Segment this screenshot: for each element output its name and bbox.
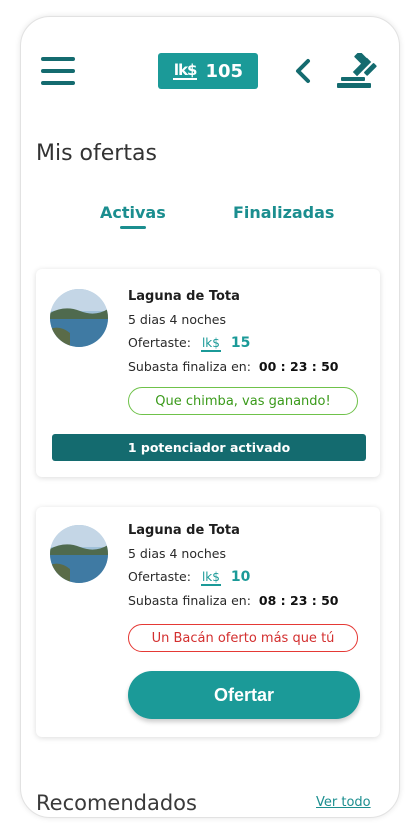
lake-thumbnail [50, 525, 108, 583]
auction-end-label: Subasta finaliza en: [128, 359, 251, 374]
lk-coin-icon: lk$ [200, 570, 221, 586]
coin-balance: 105 [205, 60, 244, 82]
page-title: Mis ofertas [36, 141, 157, 166]
tab-finalizadas[interactable]: Finalizadas [233, 203, 334, 222]
auction-end-row: Subasta finaliza en: 00 : 23 : 50 [128, 359, 339, 374]
offer-duration: 5 dias 4 noches [128, 312, 226, 327]
auction-end-label: Subasta finaliza en: [128, 593, 251, 608]
lk-coin-icon: lk$ [200, 336, 221, 352]
hamburger-menu-icon[interactable] [41, 57, 75, 85]
offer-title: Laguna de Tota [128, 523, 240, 538]
lk-coin-icon: lk$ [172, 60, 198, 80]
phone-frame: lk$ 105 Mis ofertas Activas Finalizadas … [20, 16, 400, 818]
bid-button[interactable]: Ofertar [128, 671, 360, 719]
chevron-left-icon[interactable] [291, 57, 315, 85]
offered-row: Ofertaste: lk$ 10 [128, 569, 251, 586]
tab-activas[interactable]: Activas [100, 203, 166, 222]
auction-end-row: Subasta finaliza en: 08 : 23 : 50 [128, 593, 339, 608]
coin-balance-badge: lk$ 105 [158, 53, 258, 89]
see-all-link[interactable]: Ver todo [316, 795, 371, 810]
offered-value: 10 [230, 569, 251, 585]
offered-label: Ofertaste: [128, 569, 191, 584]
recommended-title: Recomendados [36, 791, 197, 815]
booster-active-banner: 1 potenciador activado [52, 434, 366, 461]
offer-duration: 5 dias 4 noches [128, 546, 226, 561]
losing-status-badge: Un Bacán oferto más que tú [128, 624, 358, 652]
lake-thumbnail [50, 289, 108, 347]
auction-end-time: 00 : 23 : 50 [258, 359, 339, 374]
offer-card[interactable]: Laguna de Tota 5 dias 4 noches Ofertaste… [36, 507, 380, 737]
offer-card[interactable]: Laguna de Tota 5 dias 4 noches Ofertaste… [36, 269, 380, 477]
offered-label: Ofertaste: [128, 335, 191, 350]
winning-status-badge: Que chimba, vas ganando! [128, 387, 358, 415]
offered-row: Ofertaste: lk$ 15 [128, 335, 251, 352]
offered-value: 15 [230, 335, 251, 351]
auction-end-time: 08 : 23 : 50 [258, 593, 339, 608]
gavel-icon[interactable] [337, 53, 379, 89]
offer-title: Laguna de Tota [128, 289, 240, 304]
active-tab-indicator [120, 226, 146, 229]
